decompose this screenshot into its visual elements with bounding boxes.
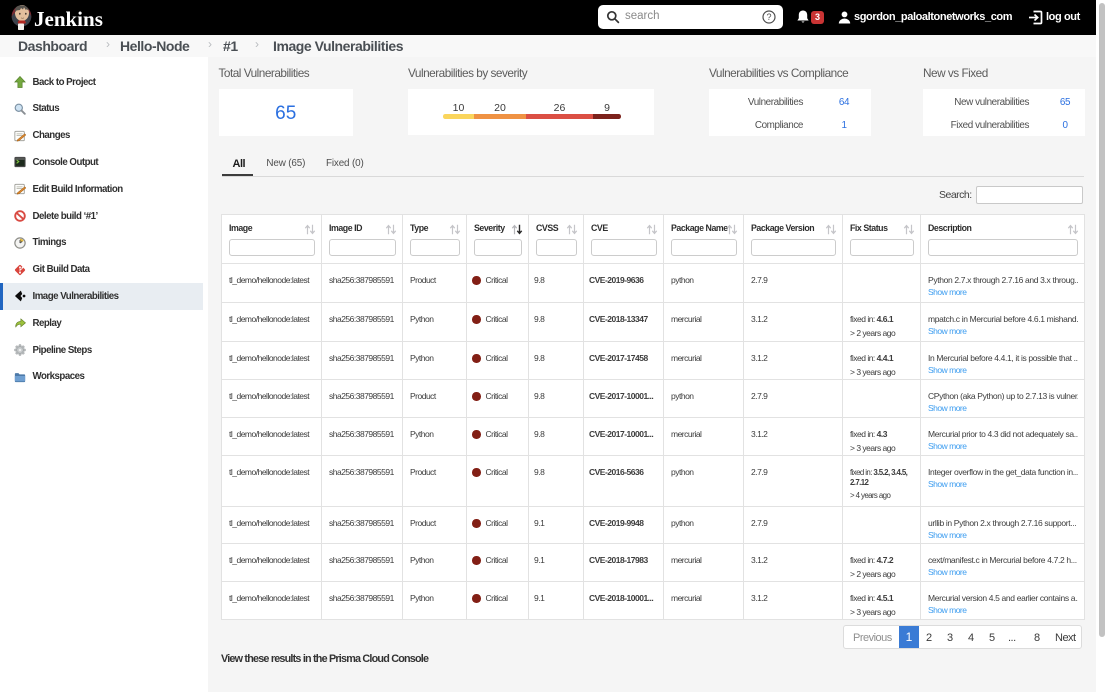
svg-text:?: ? — [766, 12, 771, 22]
